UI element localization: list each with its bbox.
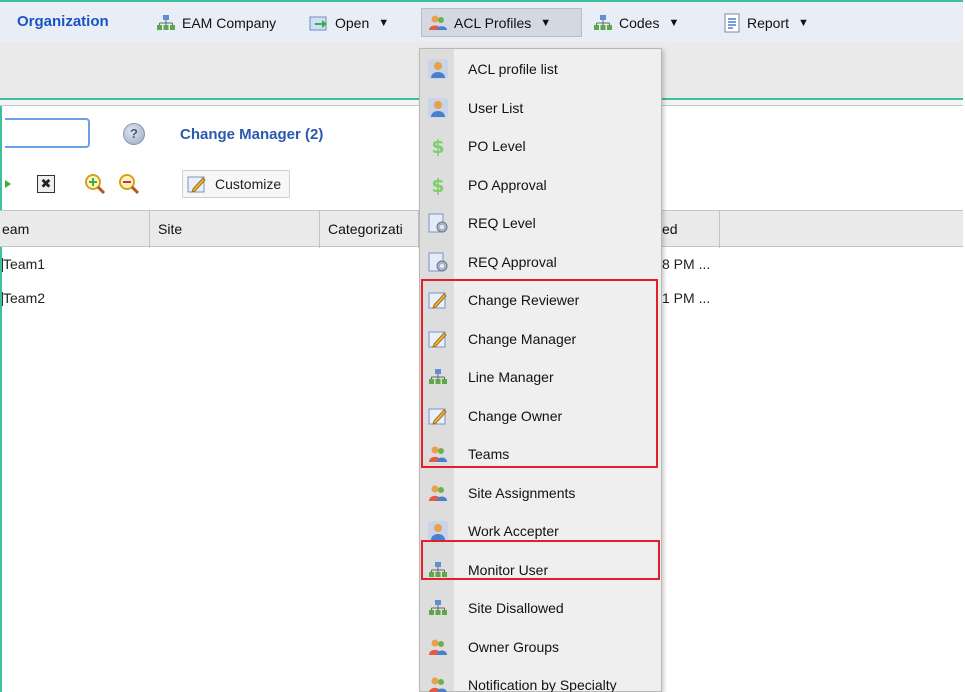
- menu-item-label: REQ Approval: [468, 253, 557, 270]
- menu-item-label: Site Disallowed: [468, 600, 564, 616]
- menu-item-label: Owner Groups: [468, 638, 560, 655]
- menu-item-po-approval[interactable]: $ PO Approval: [420, 167, 661, 205]
- search-input[interactable]: [5, 118, 90, 148]
- organization-link[interactable]: Organization: [17, 13, 109, 30]
- org-chart-icon: [428, 598, 448, 618]
- org-chart-icon: [157, 14, 175, 30]
- user-icon: [428, 521, 448, 541]
- menu-item-label: User List: [468, 99, 524, 116]
- chevron-down-icon: ▼: [668, 16, 680, 29]
- menu-item-label: Work Accepter: [468, 523, 559, 539]
- menu-item-req-approval[interactable]: REQ Approval: [420, 244, 661, 282]
- column-header-categorization[interactable]: Categorizati: [320, 211, 419, 248]
- table-cell-team: Team1: [2, 248, 45, 280]
- team-name: Team1: [3, 256, 46, 272]
- chevron-down-icon: ▼: [798, 16, 809, 29]
- users-icon: [428, 675, 448, 692]
- close-icon[interactable]: ✖: [37, 175, 55, 193]
- menu-item-label: Site Assignments: [468, 484, 576, 501]
- menu-report[interactable]: Report ▼: [717, 8, 815, 37]
- dollar-icon: $: [428, 136, 448, 158]
- open-arrow-icon: [309, 16, 327, 30]
- menu-bar: Organization EAM Company Open ▼ ACL Prof…: [0, 0, 963, 42]
- menu-codes-label: Codes: [619, 14, 660, 31]
- team-name: Team2: [3, 290, 46, 306]
- menu-eam-company[interactable]: EAM Company: [150, 8, 282, 37]
- menu-open-label: Open: [335, 14, 370, 31]
- table-cell-team: Team2: [2, 282, 45, 314]
- menu-item-site-disallowed[interactable]: Site Disallowed: [420, 590, 661, 628]
- svg-text:$: $: [431, 175, 444, 195]
- menu-open[interactable]: Open ▼: [303, 8, 395, 37]
- menu-eam-company-label: EAM Company: [182, 14, 277, 31]
- menu-item-label: PO Approval: [468, 176, 547, 193]
- menu-item-label: ACL profile list: [468, 61, 558, 77]
- column-header-created[interactable]: ed: [662, 211, 720, 248]
- menu-item-acl-profile-list[interactable]: ACL profile list: [420, 51, 661, 89]
- user-icon: [428, 97, 448, 118]
- users-icon: [428, 483, 448, 503]
- chevron-down-icon: ▼: [378, 16, 390, 29]
- req-gear-icon: [428, 213, 448, 233]
- add-icon[interactable]: [5, 175, 13, 193]
- menu-item-req-level[interactable]: REQ Level: [420, 205, 661, 243]
- menu-item-label: Notification by Specialty: [468, 677, 617, 692]
- highlight-box-monitor-user: [421, 540, 660, 580]
- menu-item-label: REQ Level: [468, 215, 536, 231]
- table-cell-created: 1 PM ...: [662, 290, 711, 306]
- menu-acl-profiles[interactable]: ACL Profiles ▼: [421, 8, 582, 37]
- help-icon[interactable]: ?: [123, 123, 145, 145]
- menu-item-site-assignments[interactable]: Site Assignments: [420, 475, 661, 513]
- chevron-down-icon: ▼: [540, 16, 552, 29]
- menu-acl-profiles-label: ACL Profiles: [454, 14, 532, 31]
- report-icon: [724, 13, 740, 32]
- customize-label: Customize: [215, 176, 282, 192]
- org-chart-icon: [594, 14, 612, 30]
- column-header-team[interactable]: eam: [0, 211, 150, 248]
- column-header-site[interactable]: Site: [150, 211, 320, 248]
- zoom-in-icon[interactable]: [84, 173, 106, 195]
- menu-codes[interactable]: Codes ▼: [587, 8, 685, 37]
- table-cell-created: 8 PM ...: [662, 256, 711, 272]
- users-icon: [429, 15, 447, 30]
- pencil-note-icon: [187, 176, 206, 193]
- customize-button[interactable]: Customize: [182, 170, 291, 198]
- page-title: Change Manager (2): [180, 126, 324, 143]
- req-gear-icon: [428, 252, 448, 272]
- highlight-box-change-roles: [421, 279, 658, 468]
- svg-text:$: $: [431, 136, 444, 156]
- menu-item-user-list[interactable]: User List: [420, 90, 661, 128]
- menu-item-po-level[interactable]: $ PO Level: [420, 128, 661, 166]
- menu-item-notification-by-specialty[interactable]: Notification by Specialty: [420, 667, 661, 692]
- zoom-out-icon[interactable]: [118, 173, 140, 195]
- user-icon: [428, 59, 448, 79]
- users-icon: [428, 637, 448, 657]
- dollar-icon: $: [428, 175, 448, 197]
- menu-report-label: Report: [747, 14, 790, 31]
- menu-item-label: PO Level: [468, 138, 526, 154]
- menu-item-owner-groups[interactable]: Owner Groups: [420, 629, 661, 667]
